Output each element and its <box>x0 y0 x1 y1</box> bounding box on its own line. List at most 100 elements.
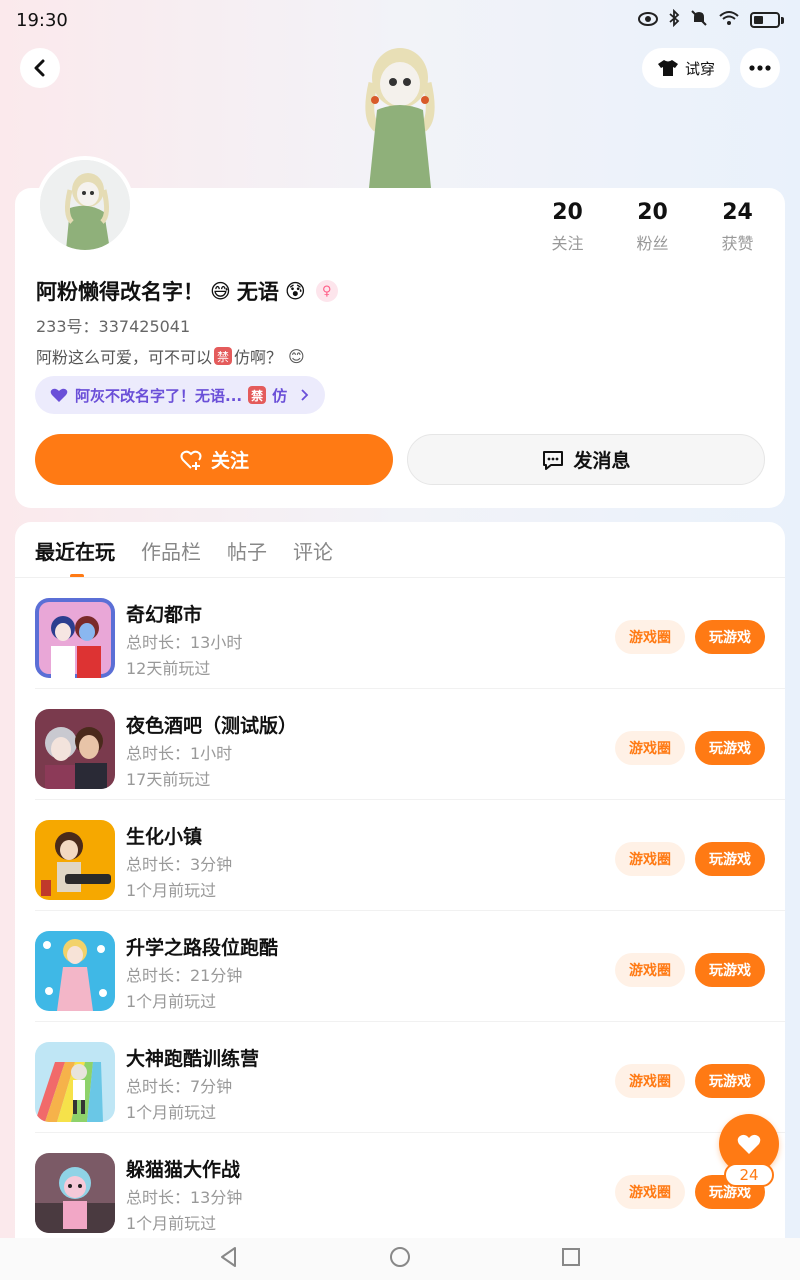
anxious-emoji: 😰 <box>284 279 306 303</box>
game-total-time: 总时长：3分钟 <box>126 855 233 874</box>
play-game-button[interactable]: 玩游戏 <box>695 842 765 876</box>
tab-posts[interactable]: 帖子 <box>227 536 267 566</box>
stat-likes[interactable]: 24 获赞 <box>695 200 780 254</box>
mute-icon <box>690 9 708 31</box>
stat-likes-value: 24 <box>722 200 753 225</box>
game-last-played: 1个月前玩过 <box>126 881 217 900</box>
ban-tag: 禁 <box>214 347 233 365</box>
game-total-time: 总时长：13分钟 <box>126 1188 243 1207</box>
game-row[interactable]: 升学之路段位跑酷 总时长：21分钟 1个月前玩过 游戏圈 玩游戏 <box>15 911 785 1022</box>
game-icon <box>35 820 115 900</box>
game-total-time: 总时长：7分钟 <box>126 1077 233 1096</box>
nickname-text-2: 无语 <box>236 280 279 304</box>
female-gender-icon: ♀ <box>315 280 338 302</box>
guild-ban-tag: 禁 <box>248 386 267 404</box>
follow-label: 关注 <box>210 450 249 472</box>
sweat-smile-emoji: 😅 <box>210 279 231 303</box>
status-icons <box>638 8 784 31</box>
bluetooth-icon <box>668 8 680 31</box>
tab-works[interactable]: 作品栏 <box>141 536 201 566</box>
back-button[interactable] <box>20 48 60 88</box>
game-icon <box>35 1153 115 1233</box>
chevron-left-icon <box>34 59 45 77</box>
bio: 阿粉这么可爱，可不可以 禁 仿啊？ 😊 <box>36 344 305 368</box>
nav-home-icon[interactable] <box>389 1246 411 1272</box>
stat-fans[interactable]: 20 粉丝 <box>610 200 695 254</box>
guild-pill[interactable]: 阿灰不改名字了！无语... 禁仿 <box>35 376 326 414</box>
game-circle-button[interactable]: 游戏圈 <box>615 620 685 654</box>
game-circle-button[interactable]: 游戏圈 <box>615 842 685 876</box>
try-on-button[interactable]: 试穿 <box>642 48 730 88</box>
stat-likes-label: 获赞 <box>721 234 754 253</box>
game-last-played: 17天前玩过 <box>126 770 211 789</box>
chevron-right-icon <box>301 389 309 401</box>
more-button[interactable] <box>740 48 780 88</box>
heart-icon <box>737 1134 761 1154</box>
play-game-button[interactable]: 玩游戏 <box>695 620 765 654</box>
game-name: 夜色酒吧（测试版） <box>126 715 298 737</box>
wifi-icon <box>718 10 740 30</box>
game-row[interactable]: 奇幻都市 总时长：13小时 12天前玩过 游戏圈 玩游戏 <box>15 578 785 689</box>
game-last-played: 1个月前玩过 <box>126 1103 217 1122</box>
smile-emoji: 😊 <box>288 346 305 366</box>
nav-back-icon[interactable] <box>219 1246 239 1272</box>
guild-text-1: 阿灰不改名字了！无语... <box>75 386 243 405</box>
heart-plus-icon <box>180 450 202 470</box>
game-circle-button[interactable]: 游戏圈 <box>615 1175 685 1209</box>
double-heart-icon <box>50 388 68 402</box>
game-row[interactable]: 生化小镇 总时长：3分钟 1个月前玩过 游戏圈 玩游戏 <box>15 800 785 911</box>
game-circle-button[interactable]: 游戏圈 <box>615 953 685 987</box>
eye-icon <box>638 11 658 30</box>
stat-fans-label: 粉丝 <box>636 234 669 253</box>
send-message-label: 发消息 <box>573 450 631 472</box>
nav-recents-icon[interactable] <box>561 1247 581 1271</box>
game-circle-button[interactable]: 游戏圈 <box>615 1064 685 1098</box>
play-game-button[interactable]: 玩游戏 <box>695 731 765 765</box>
bio-text-2: 仿啊？ <box>234 348 283 367</box>
game-last-played: 12天前玩过 <box>126 659 211 678</box>
nickname-text-1: 阿粉懒得改名字！ <box>36 280 204 304</box>
status-bar: 19:30 <box>0 0 800 40</box>
game-row[interactable]: 躲猫猫大作战 总时长：13分钟 1个月前玩过 游戏圈 玩游戏 <box>15 1133 785 1244</box>
battery-icon <box>750 12 784 28</box>
play-game-button[interactable]: 玩游戏 <box>695 1064 765 1098</box>
nickname: 阿粉懒得改名字！ 😅 无语 😰 ♀ <box>36 276 338 306</box>
game-list: 奇幻都市 总时长：13小时 12天前玩过 游戏圈 玩游戏 夜色酒吧（测试版） 总… <box>15 578 785 1244</box>
game-icon <box>35 598 115 678</box>
game-total-time: 总时长：13小时 <box>126 633 243 652</box>
stat-fans-value: 20 <box>637 200 668 225</box>
chat-bubble-icon <box>543 450 564 470</box>
follow-button[interactable]: 关注 <box>35 434 393 485</box>
game-total-time: 总时长：1小时 <box>126 744 233 763</box>
status-time: 19:30 <box>16 9 68 31</box>
tab-recently-played[interactable]: 最近在玩 <box>35 536 115 578</box>
stats-row: 20 关注 20 粉丝 24 获赞 <box>525 200 780 254</box>
game-last-played: 1个月前玩过 <box>126 992 217 1011</box>
stat-following[interactable]: 20 关注 <box>525 200 610 254</box>
stat-following-label: 关注 <box>551 234 584 253</box>
play-game-button[interactable]: 玩游戏 <box>695 953 765 987</box>
avatar-figure-image <box>355 38 445 188</box>
guild-text-2: 仿 <box>272 386 288 405</box>
game-name: 大神跑酷训练营 <box>126 1048 260 1070</box>
send-message-button[interactable]: 发消息 <box>407 434 765 485</box>
tab-comments[interactable]: 评论 <box>293 536 333 566</box>
game-name: 生化小镇 <box>126 826 203 848</box>
avatar[interactable] <box>36 156 134 254</box>
tshirt-icon <box>657 60 678 76</box>
system-nav-bar <box>0 1238 800 1280</box>
game-icon <box>35 931 115 1011</box>
game-row[interactable]: 夜色酒吧（测试版） 总时长：1小时 17天前玩过 游戏圈 玩游戏 <box>15 689 785 800</box>
game-row[interactable]: 大神跑酷训练营 总时长：7分钟 1个月前玩过 游戏圈 玩游戏 <box>15 1022 785 1133</box>
game-icon <box>35 1042 115 1122</box>
bio-text-1: 阿粉这么可爱，可不可以 <box>36 348 213 367</box>
game-total-time: 总时长：21分钟 <box>126 966 243 985</box>
game-circle-button[interactable]: 游戏圈 <box>615 731 685 765</box>
game-last-played: 1个月前玩过 <box>126 1214 217 1233</box>
content-card: 最近在玩 作品栏 帖子 评论 奇幻都市 总时长：13小时 12天前玩过 游戏圈 … <box>15 522 785 1252</box>
tab-bar: 最近在玩 作品栏 帖子 评论 <box>35 536 333 578</box>
game-name: 躲猫猫大作战 <box>126 1159 241 1181</box>
user-id: 233号：337425041 <box>36 317 191 336</box>
game-name: 升学之路段位跑酷 <box>126 937 279 959</box>
ellipsis-icon <box>749 65 771 71</box>
